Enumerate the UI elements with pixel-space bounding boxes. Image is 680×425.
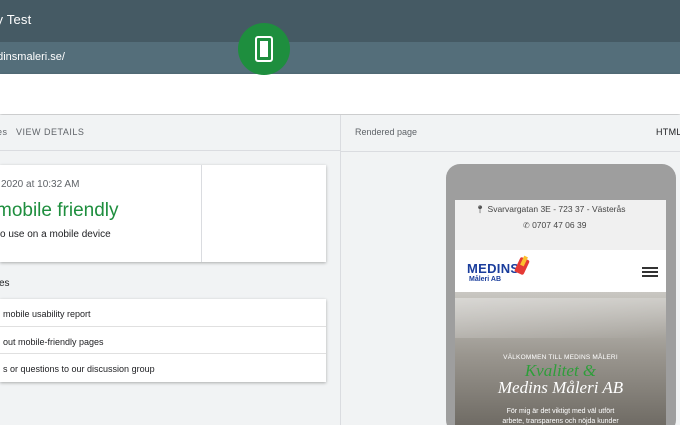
result-subtitle: o use on a mobile device — [0, 229, 111, 240]
hero-paragraph: För mig är det viktigt med väl utfört ar… — [455, 407, 666, 425]
site-nav: MEDINS Måleri AB — [455, 250, 666, 292]
site-contact-bar: 📍︎ Svarvargatan 3E - 723 37 - Västerås ✆… — [455, 200, 666, 250]
logo-text: MEDINS — [467, 261, 520, 276]
tab-html[interactable]: HTML — [656, 127, 680, 137]
resources-heading: ces — [0, 278, 10, 289]
site-phone-text: 0707 47 06 39 — [532, 220, 587, 230]
site-hero: VÄLKOMMEN TILL MEDINS MÅLERI Kvalitet & … — [455, 292, 666, 425]
hero-paragraph-line1: För mig är det viktigt med väl utfört — [506, 408, 615, 415]
hero-paragraph-line2: arbete, transparens och nöjda kunder — [502, 417, 619, 425]
panel-header-divider — [341, 151, 680, 152]
site-address-text: Svarvargatan 3E - 723 37 - Västerås — [487, 204, 626, 214]
card-divider — [201, 165, 202, 262]
resources-list: mobile usability report out mobile-frien… — [0, 299, 326, 382]
toolbar — [0, 74, 680, 114]
tested-url[interactable]: edinsmaleri.se/ — [0, 51, 65, 63]
resource-link-discussion-group[interactable]: s or questions to our discussion group — [0, 354, 326, 382]
hero-title-line2: Medins Måleri AB — [497, 378, 624, 397]
result-card: 2020 at 10:32 AM mobile friendly o use o… — [0, 165, 326, 262]
resource-link-usability-report[interactable]: mobile usability report — [0, 299, 326, 327]
results-tabs: es VIEW DETAILS — [0, 115, 340, 151]
site-logo: MEDINS Måleri AB — [467, 255, 531, 286]
page-title: dly Test — [0, 12, 32, 27]
tab-screenshot[interactable]: es — [0, 127, 8, 137]
map-pin-icon: 📍︎ — [475, 205, 486, 214]
hero-ceiling-light — [455, 298, 666, 338]
site-address: 📍︎ Svarvargatan 3E - 723 37 - Västerås — [475, 204, 626, 214]
logo-subtext: Måleri AB — [469, 276, 502, 283]
hamburger-menu-icon — [642, 267, 658, 277]
test-date: 2020 at 10:32 AM — [1, 179, 80, 190]
app-header: dly Test — [0, 0, 680, 42]
view-details-link[interactable]: VIEW DETAILS — [16, 127, 84, 137]
tested-url-bar: edinsmaleri.se/ — [0, 42, 680, 74]
rendered-page-title: Rendered page — [355, 127, 418, 137]
resource-link-mobile-friendly[interactable]: out mobile-friendly pages — [0, 327, 326, 355]
smartphone-icon — [238, 23, 290, 75]
phone-icon: ✆ — [523, 221, 530, 230]
hero-welcome: VÄLKOMMEN TILL MEDINS MÅLERI — [503, 354, 618, 361]
result-headline: mobile friendly — [0, 200, 119, 221]
site-phone: ✆ 0707 47 06 39 — [523, 220, 586, 230]
rendered-screenshot: 📍︎ Svarvargatan 3E - 723 37 - Västerås ✆… — [455, 200, 666, 425]
